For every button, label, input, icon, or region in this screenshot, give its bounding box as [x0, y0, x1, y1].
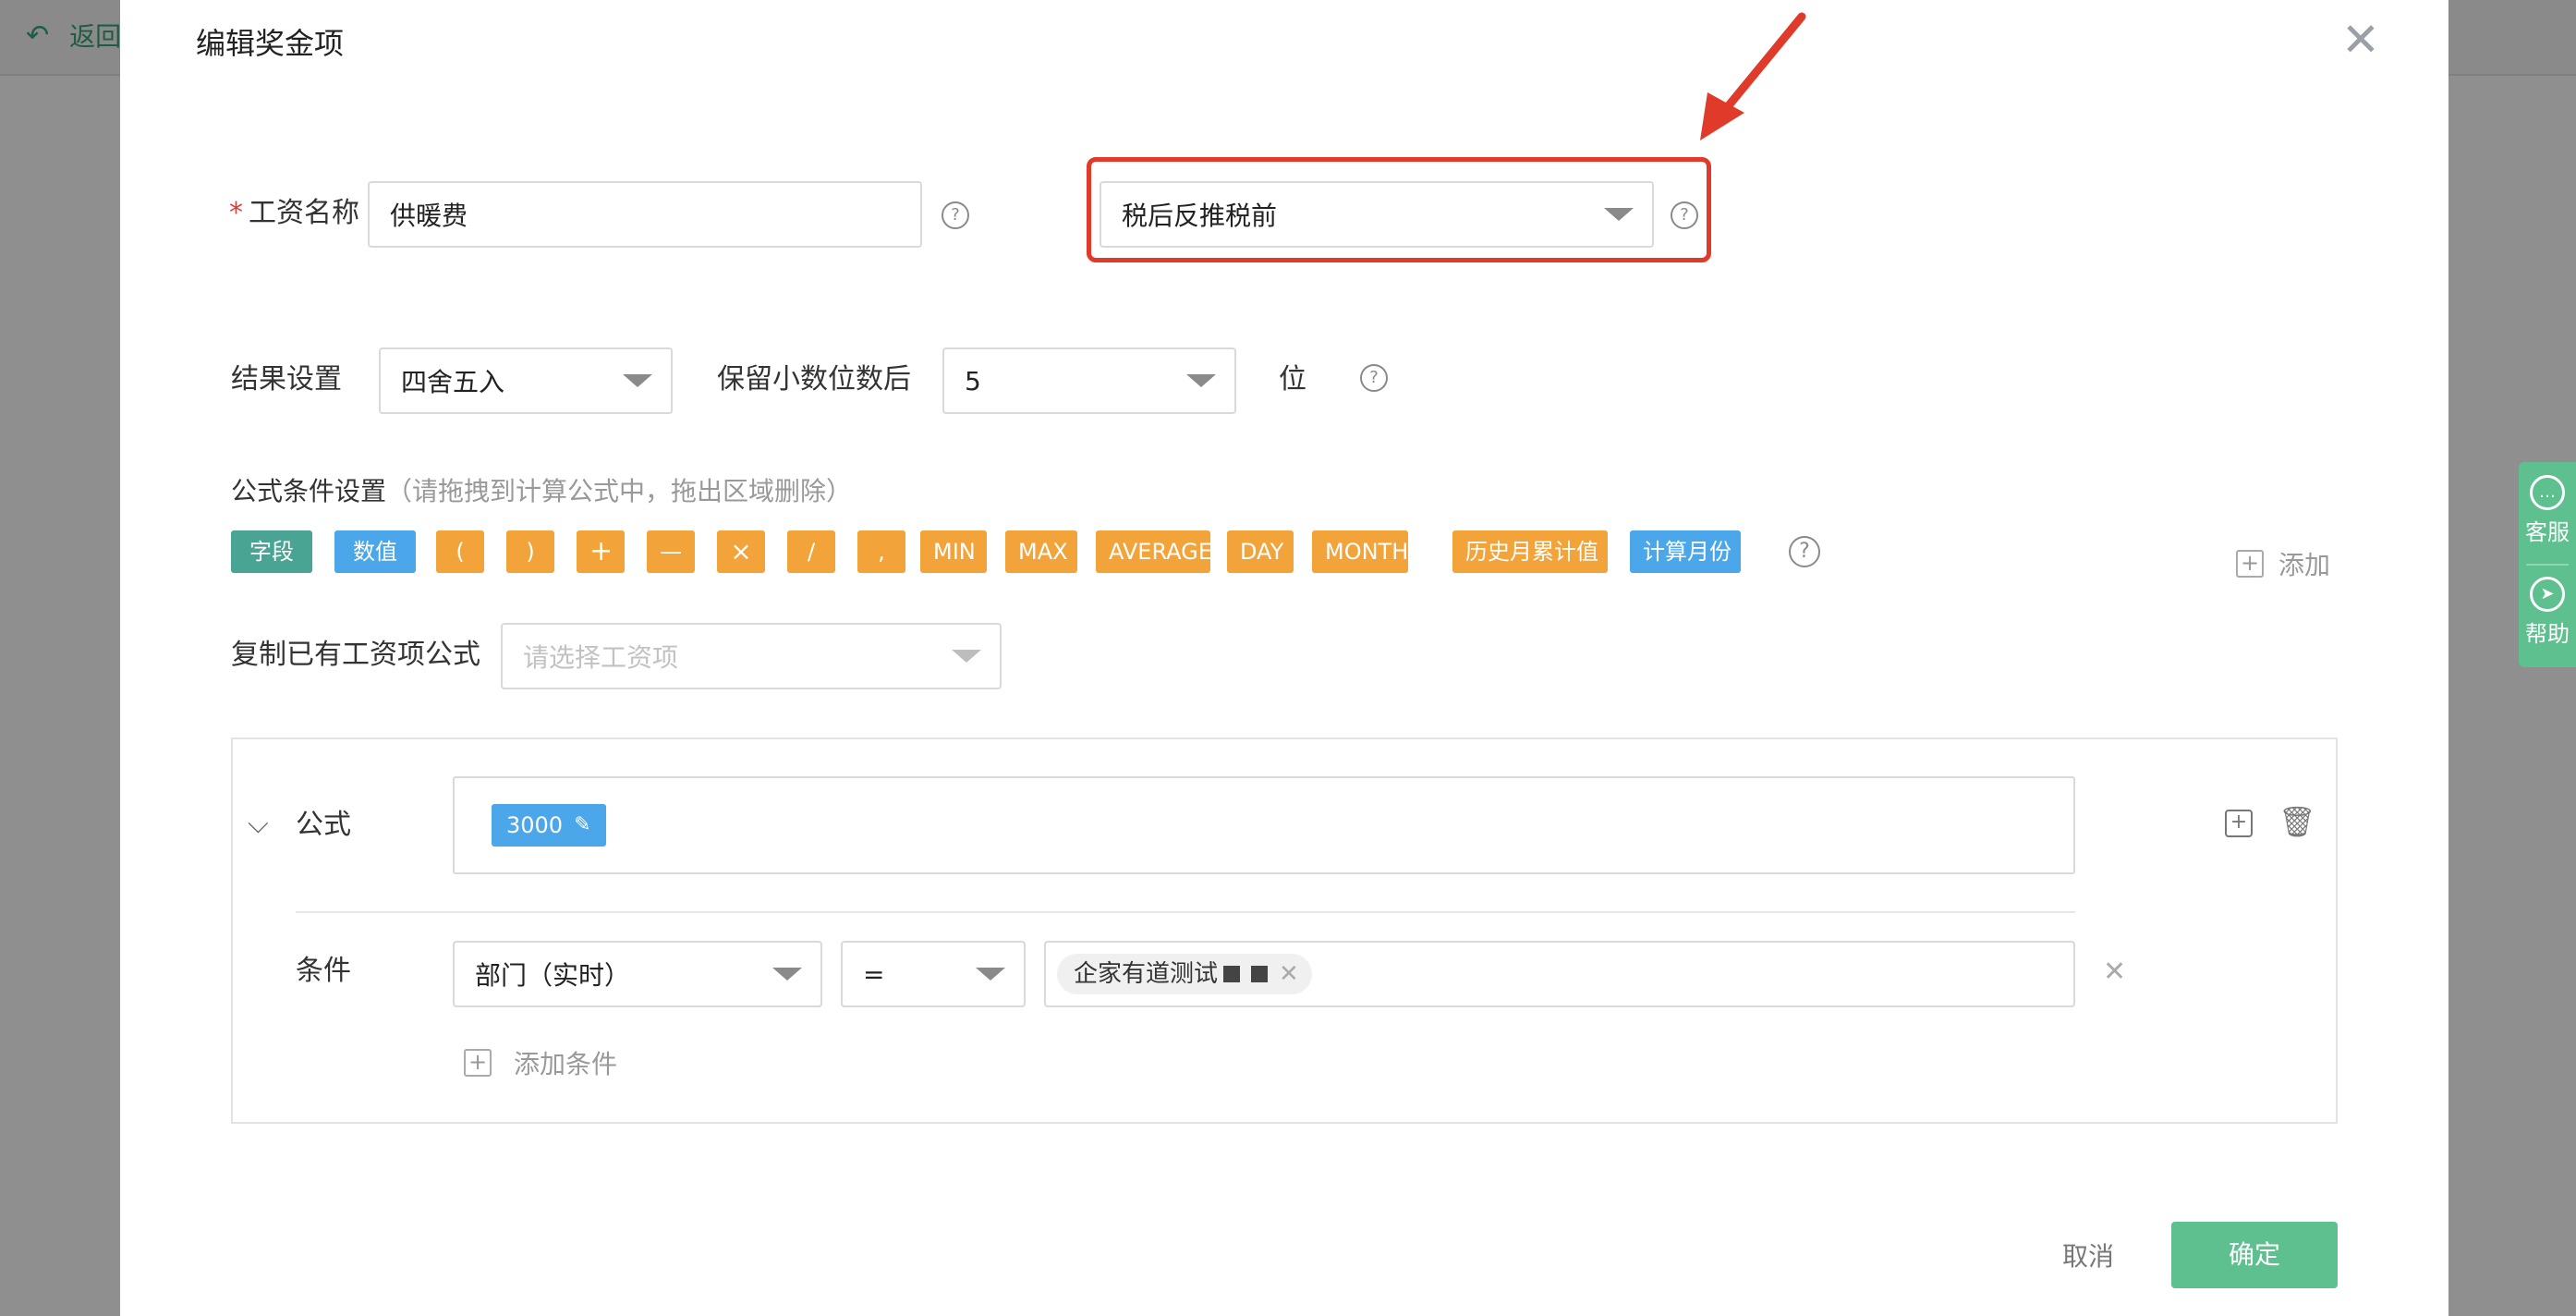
annotation-arrow-icon [1700, 12, 1806, 140]
formula-conditions-hint: （请拖拽到计算公式中，拖出区域删除） [386, 476, 853, 506]
redacted-mark [1251, 966, 1269, 982]
add-condition-label: 添加条件 [514, 1049, 618, 1079]
undo-icon: ↶ [26, 18, 50, 52]
decimal-places-select[interactable]: 5 [942, 347, 1236, 414]
add-token-button[interactable]: + 添加 [2236, 545, 2330, 582]
rounding-select[interactable]: 四舍五入 [379, 347, 673, 414]
collapse-chevron-icon[interactable]: ⌵ [248, 808, 269, 840]
formula-value-tag[interactable]: 3000 ✎ [492, 804, 606, 847]
redacted-mark [1223, 966, 1241, 982]
token-right-paren[interactable]: ) [506, 530, 554, 573]
salary-name-value: 供暖费 [390, 201, 468, 231]
condition-label: 条件 [296, 955, 351, 987]
result-help-icon[interactable]: ? [1360, 364, 1388, 392]
rounding-value: 四舍五入 [401, 367, 505, 397]
chevron-down-icon [623, 374, 652, 387]
chevron-down-icon [952, 650, 981, 663]
add-token-label: 添加 [2278, 550, 2331, 580]
back-link[interactable]: ↶ 返回 [26, 13, 121, 57]
ok-button[interactable]: 确定 [2171, 1222, 2338, 1288]
salary-name-help-icon[interactable]: ? [942, 201, 969, 229]
token-field[interactable]: 字段 [231, 530, 312, 573]
chevron-down-icon [772, 968, 802, 981]
token-history-cumulative[interactable]: 历史月累计值 [1452, 530, 1608, 573]
token-divide[interactable]: / [787, 530, 835, 573]
token-calc-month[interactable]: 计算月份 [1630, 530, 1741, 573]
formula-label: 公式 [296, 809, 351, 841]
condition-field-select[interactable]: 部门（实时） [453, 941, 822, 1007]
token-minus[interactable]: — [647, 530, 695, 573]
cancel-button[interactable]: 取消 [2033, 1229, 2144, 1285]
back-label: 返回 [69, 21, 122, 52]
formula-conditions-heading: 公式条件设置（请拖拽到计算公式中，拖出区域删除） [231, 473, 852, 510]
formula-divider [296, 911, 2075, 913]
chevron-down-icon [976, 968, 1005, 981]
condition-value-input[interactable]: 企家有道测试 ✕ [1044, 941, 2075, 1007]
dialog-title: 编辑奖金项 [196, 26, 345, 61]
side-divider [2526, 564, 2569, 566]
plus-square-icon: + [2236, 550, 2264, 578]
copy-formula-select[interactable]: 请选择工资项 [501, 623, 1002, 689]
required-mark: * [229, 197, 243, 229]
copy-formula-placeholder: 请选择工资项 [523, 642, 679, 673]
result-settings-label: 结果设置 [231, 363, 342, 396]
formula-tokens-help-icon[interactable]: ? [1789, 536, 1820, 567]
copy-formula-label: 复制已有工资项公式 [231, 639, 480, 671]
token-multiply[interactable]: × [717, 530, 765, 573]
token-month[interactable]: MONTH [1312, 530, 1408, 573]
token-day[interactable]: DAY [1227, 530, 1294, 573]
help-label: 帮助 [2525, 621, 2570, 647]
condition-operator-value: = [863, 958, 885, 990]
formula-value: 3000 [506, 812, 564, 838]
headset-icon: … [2530, 475, 2565, 510]
token-plus[interactable]: + [577, 530, 625, 573]
help-button[interactable]: ➤ 帮助 [2519, 577, 2576, 648]
compass-icon: ➤ [2530, 577, 2565, 612]
customer-service-button[interactable]: … 客服 [2519, 475, 2576, 546]
decimal-places-label: 保留小数位数后 [717, 363, 911, 396]
condition-value-chip: 企家有道测试 ✕ [1057, 954, 1312, 994]
chevron-down-icon [1186, 374, 1216, 387]
condition-operator-select[interactable]: = [841, 941, 1026, 1007]
add-condition-button[interactable]: + 添加条件 [464, 1044, 617, 1081]
condition-value-text: 企家有道测试 [1074, 960, 1219, 988]
token-max[interactable]: MAX [1005, 530, 1077, 573]
salary-name-label: * 工资名称 [229, 197, 359, 229]
decimal-places-value: 5 [965, 365, 981, 396]
plus-square-icon: + [464, 1049, 492, 1077]
chip-close-icon[interactable]: ✕ [1279, 954, 1299, 994]
token-comma[interactable]: , [857, 530, 905, 573]
salary-name-input[interactable]: 供暖费 [368, 181, 922, 248]
token-average[interactable]: AVERAGE [1096, 530, 1212, 573]
decimal-unit-label: 位 [1279, 363, 1306, 396]
side-widget: … 客服 ➤ 帮助 [2519, 462, 2576, 667]
customer-service-label: 客服 [2525, 519, 2570, 545]
formula-input-area[interactable] [453, 776, 2075, 874]
token-left-paren[interactable]: ( [436, 530, 484, 573]
pencil-icon[interactable]: ✎ [574, 804, 590, 847]
close-icon[interactable]: ✕ [2338, 17, 2384, 63]
trash-icon[interactable]: 🗑 [2278, 804, 2316, 839]
condition-field-value: 部门（实时） [475, 960, 631, 991]
token-min[interactable]: MIN [920, 530, 987, 573]
formula-conditions-label: 公式条件设置 [231, 476, 387, 506]
token-number[interactable]: 数值 [334, 530, 416, 573]
copy-formula-icon[interactable]: + [2225, 810, 2253, 837]
annotation-highlight-box [1087, 157, 1711, 262]
remove-condition-icon[interactable]: ✕ [2103, 956, 2126, 988]
